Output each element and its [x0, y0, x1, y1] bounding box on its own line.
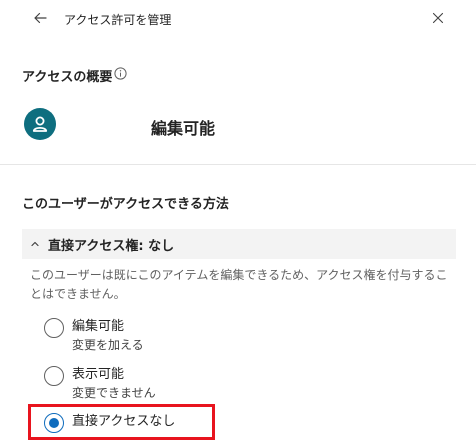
radio-option-can-view[interactable]: 表示可能 変更できません	[44, 366, 156, 402]
direct-access-section-toggle[interactable]: 直接アクセス権: なし	[22, 229, 456, 259]
radio-button[interactable]	[44, 366, 64, 386]
radio-option-label: 表示可能	[72, 367, 125, 382]
radio-option-can-edit[interactable]: 編集可能 変更を加える	[44, 318, 144, 354]
close-button[interactable]	[426, 6, 450, 30]
highlight-annotation-box	[28, 404, 215, 440]
avatar	[24, 108, 56, 140]
divider	[0, 164, 476, 165]
back-button[interactable]	[28, 6, 52, 30]
panel-header: アクセス許可を管理	[0, 0, 476, 38]
direct-access-description: このユーザーは既にこのアイテムを編集できるため、アクセス権を付与することはできま…	[30, 268, 448, 301]
arrow-left-icon	[34, 12, 47, 24]
info-icon[interactable]	[114, 67, 127, 80]
close-icon	[432, 12, 444, 24]
access-overview-label: アクセスの概要	[22, 70, 113, 85]
radio-option-label: 編集可能	[72, 319, 125, 334]
radio-option-description: 変更を加える	[72, 338, 144, 352]
access-method-label: このユーザーがアクセスできる方法	[22, 197, 229, 212]
radio-option-description: 変更できません	[72, 386, 156, 400]
permission-value: 編集可能	[151, 119, 216, 138]
panel-title: アクセス許可を管理	[64, 13, 172, 27]
radio-button[interactable]	[44, 318, 64, 338]
person-icon	[32, 116, 48, 132]
direct-access-title: 直接アクセス権: なし	[48, 238, 175, 254]
chevron-up-icon	[28, 237, 42, 251]
